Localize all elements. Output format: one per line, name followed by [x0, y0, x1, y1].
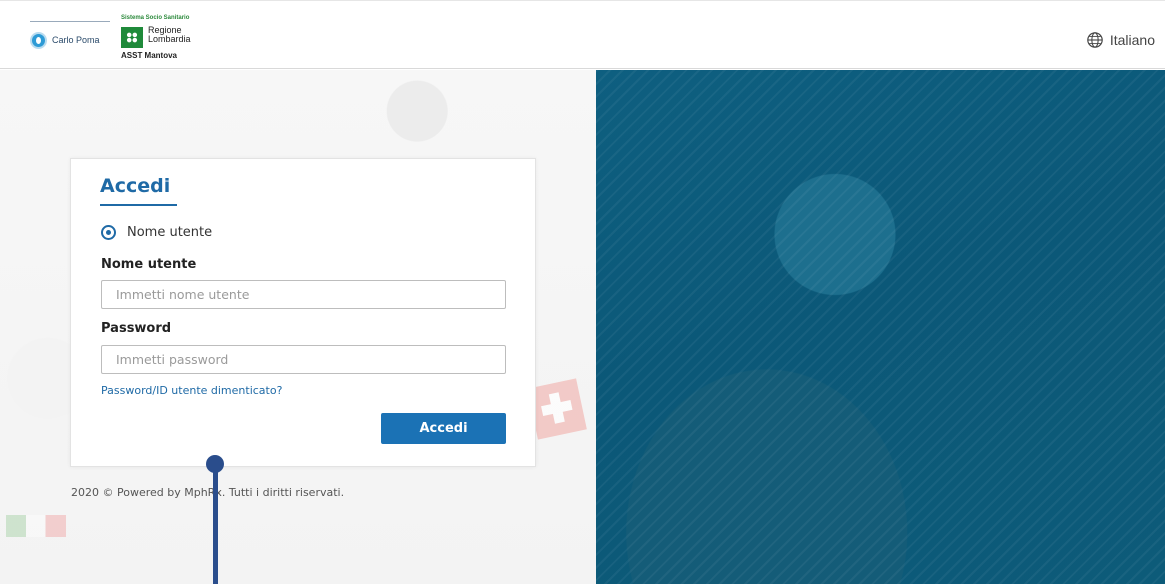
- title-underline: [100, 204, 177, 206]
- username-label: Nome utente: [101, 257, 197, 272]
- flag-decoration: [6, 515, 66, 537]
- region-name: Regione Lombardia: [148, 26, 191, 44]
- login-button[interactable]: Accedi: [381, 413, 506, 444]
- language-label: Italiano: [1109, 32, 1155, 48]
- regione-lombardia-logo-icon: [121, 27, 143, 48]
- forgot-password-link[interactable]: Password/ID utente dimenticato?: [101, 384, 282, 397]
- region-name-line2: Lombardia: [148, 34, 191, 44]
- globe-icon: [1087, 32, 1103, 48]
- hospital-name: Carlo Poma: [52, 35, 100, 45]
- asst-name: ASST Mantova: [121, 51, 178, 60]
- login-card: Accedi Nome utente Nome utente Password …: [70, 158, 536, 467]
- logo-system-text: Sistema Socio Sanitario: [121, 15, 190, 21]
- header: Carlo Poma Sistema Socio Sanitario Regio…: [0, 0, 1165, 69]
- annotation-marker-line: [213, 461, 218, 584]
- password-label: Password: [101, 321, 172, 336]
- login-title: Accedi: [100, 175, 171, 197]
- footer-copyright: 2020 © Powered by MphRx. Tutti i diritti…: [71, 486, 345, 499]
- carlo-poma-logo-icon: [30, 32, 47, 49]
- hero-image-panel: [596, 70, 1165, 584]
- radio-selected-icon[interactable]: [101, 225, 116, 240]
- medical-cross-decoration: [527, 378, 587, 440]
- username-input[interactable]: [101, 280, 506, 309]
- password-input[interactable]: [101, 345, 506, 374]
- annotation-marker-dot: [206, 455, 224, 473]
- login-method-radio[interactable]: Nome utente: [101, 225, 212, 240]
- radio-label: Nome utente: [127, 225, 213, 240]
- language-selector[interactable]: Italiano: [1086, 31, 1155, 49]
- logo-divider: [30, 21, 110, 22]
